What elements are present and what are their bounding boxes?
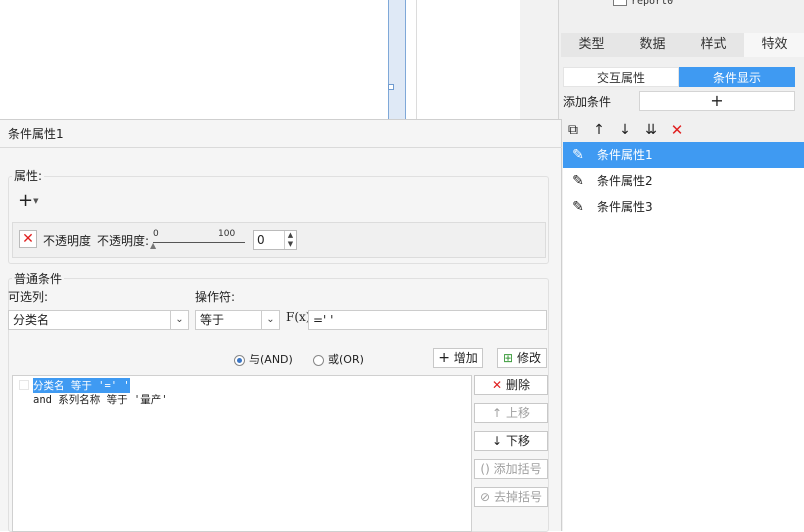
move-up-icon[interactable]: ↑: [589, 120, 609, 140]
tab-effects[interactable]: 特效: [744, 33, 804, 57]
tree-item-label: report0: [631, 0, 674, 7]
chevron-down-icon[interactable]: ⌄: [170, 311, 188, 329]
column-selection-bar[interactable]: [388, 0, 406, 119]
opacity-slider[interactable]: [153, 242, 245, 243]
copy-icon[interactable]: ⧉: [563, 120, 583, 140]
grid-line: [416, 0, 417, 119]
condition-item[interactable]: ✎ 条件属性2: [563, 168, 804, 194]
column-select[interactable]: 分类名 ⌄: [8, 310, 189, 330]
condition-item[interactable]: ✎ 条件属性3: [563, 194, 804, 220]
condition-item-label: 条件属性3: [597, 200, 653, 214]
and-label: 与(AND): [249, 353, 293, 366]
resize-handle[interactable]: [388, 84, 394, 90]
formula-input[interactable]: =' ': [308, 310, 547, 330]
spinner-arrows-icon[interactable]: ▲ ▼: [284, 231, 296, 249]
move-bottom-icon[interactable]: ⇊: [641, 120, 661, 140]
move-up-button[interactable]: ↑ 上移: [474, 403, 548, 423]
operator-select[interactable]: 等于 ⌄: [195, 310, 280, 330]
remove-paren-button[interactable]: ⊘ 去掉括号: [474, 487, 548, 507]
column-label: 可选列:: [8, 290, 49, 304]
delete-button[interactable]: ✕ 删除: [474, 375, 548, 395]
column-select-value: 分类名: [13, 313, 50, 327]
radio-icon: [313, 354, 324, 366]
delete-button-label: 删除: [505, 378, 530, 392]
chevron-down-icon: ▼: [33, 197, 39, 205]
chevron-down-icon[interactable]: ⌄: [261, 311, 279, 329]
edit-icon: ✎: [572, 147, 584, 163]
modify-icon: ⊞: [503, 351, 514, 365]
modify-button-label: 修改: [516, 351, 541, 365]
condition-item-label: 条件属性1: [597, 148, 653, 162]
condition-expression-list[interactable]: 分类名 等于 '=' ' and 系列名称 等于 '量产': [12, 375, 472, 532]
move-down-icon[interactable]: ↓: [615, 120, 635, 140]
remove-attribute-icon[interactable]: ✕: [19, 230, 37, 248]
plus-icon: +: [438, 350, 450, 366]
effect-subtabs: 交互属性 条件显示: [563, 67, 795, 87]
divider: [0, 147, 562, 148]
report-canvas[interactable]: [0, 0, 558, 119]
add-condition-label: 添加条件: [563, 95, 612, 109]
and-radio[interactable]: 与(AND): [234, 351, 293, 367]
condition-item[interactable]: ✎ 条件属性1: [563, 142, 804, 168]
delete-icon: ✕: [492, 378, 503, 392]
common-condition-label: 普通条件: [12, 270, 65, 287]
add-condition-button[interactable]: +: [639, 91, 795, 111]
opacity-label: 不透明度:: [97, 234, 150, 248]
arrow-up-icon: ↑: [492, 406, 503, 420]
modify-button[interactable]: ⊞ 修改: [497, 348, 547, 368]
add-attribute-button[interactable]: +▼: [18, 192, 46, 212]
remove-paren-label: 去掉括号: [493, 490, 542, 504]
subtab-interaction[interactable]: 交互属性: [563, 67, 679, 87]
delete-icon[interactable]: ✕: [667, 120, 687, 140]
formula-icon[interactable]: F(x): [286, 310, 310, 324]
tab-data[interactable]: 数据: [622, 33, 683, 57]
opacity-spinner[interactable]: 0 ▲ ▼: [253, 230, 297, 250]
add-paren-button[interactable]: () 添加括号: [474, 459, 548, 479]
add-button-label: 增加: [453, 351, 478, 365]
condition-toolbar: ⧉ ↑ ↓ ⇊ ✕: [563, 120, 687, 140]
move-up-label: 上移: [505, 406, 530, 420]
canvas-gutter: [520, 0, 558, 119]
operator-label: 操作符:: [195, 290, 236, 304]
expression-row[interactable]: 分类名 等于 '=' ': [33, 378, 130, 393]
opacity-attribute-row: ✕ 不透明度 不透明度: 0 100 ▲ 0 ▲ ▼: [12, 222, 546, 258]
subtab-conditional-display[interactable]: 条件显示: [679, 67, 795, 87]
edit-icon: ✎: [572, 199, 584, 215]
condition-attribute-dialog: 条件属性1 属性: +▼ ✕ 不透明度 不透明度: 0 100 ▲ 0 ▲ ▼ 普…: [0, 119, 562, 532]
parentheses-icon: (): [480, 462, 490, 476]
formula-value: =' ': [313, 313, 334, 327]
plus-icon: +: [18, 190, 34, 211]
move-down-button[interactable]: ↓ 下移: [474, 431, 548, 451]
add-paren-label: 添加括号: [493, 462, 542, 476]
or-radio[interactable]: 或(OR): [313, 351, 364, 367]
slider-max-label: 100: [218, 229, 236, 239]
property-panel: report0 类型 数据 样式 特效 交互属性 条件显示 添加条件 + ⧉ ↑…: [558, 0, 804, 531]
opacity-value: 0: [257, 233, 265, 247]
or-label: 或(OR): [328, 353, 364, 366]
tab-type[interactable]: 类型: [561, 33, 622, 57]
expression-row[interactable]: and 系列名称 等于 '量产': [33, 392, 168, 407]
attribute-group-label: 属性:: [12, 167, 45, 184]
add-button[interactable]: + 增加: [433, 348, 483, 368]
slider-min-label: 0: [153, 229, 159, 239]
attribute-name: 不透明度: [43, 234, 92, 248]
tree-item-report[interactable]: report0: [613, 0, 673, 7]
dialog-title: 条件属性1: [8, 127, 64, 141]
condition-list: ✎ 条件属性1 ✎ 条件属性2 ✎ 条件属性3: [563, 142, 804, 531]
radio-selected-icon: [234, 354, 245, 366]
slider-thumb[interactable]: ▲: [150, 241, 156, 250]
condition-item-label: 条件属性2: [597, 174, 653, 188]
tab-style[interactable]: 样式: [683, 33, 744, 57]
property-tabs: 类型 数据 样式 特效: [561, 33, 804, 57]
edit-icon: ✎: [572, 173, 584, 189]
operator-select-value: 等于: [200, 313, 225, 327]
row-checkbox[interactable]: [19, 380, 29, 390]
move-down-label: 下移: [505, 434, 530, 448]
arrow-down-icon: ↓: [492, 434, 503, 448]
report-icon: [613, 0, 627, 6]
remove-parentheses-icon: ⊘: [480, 490, 491, 504]
